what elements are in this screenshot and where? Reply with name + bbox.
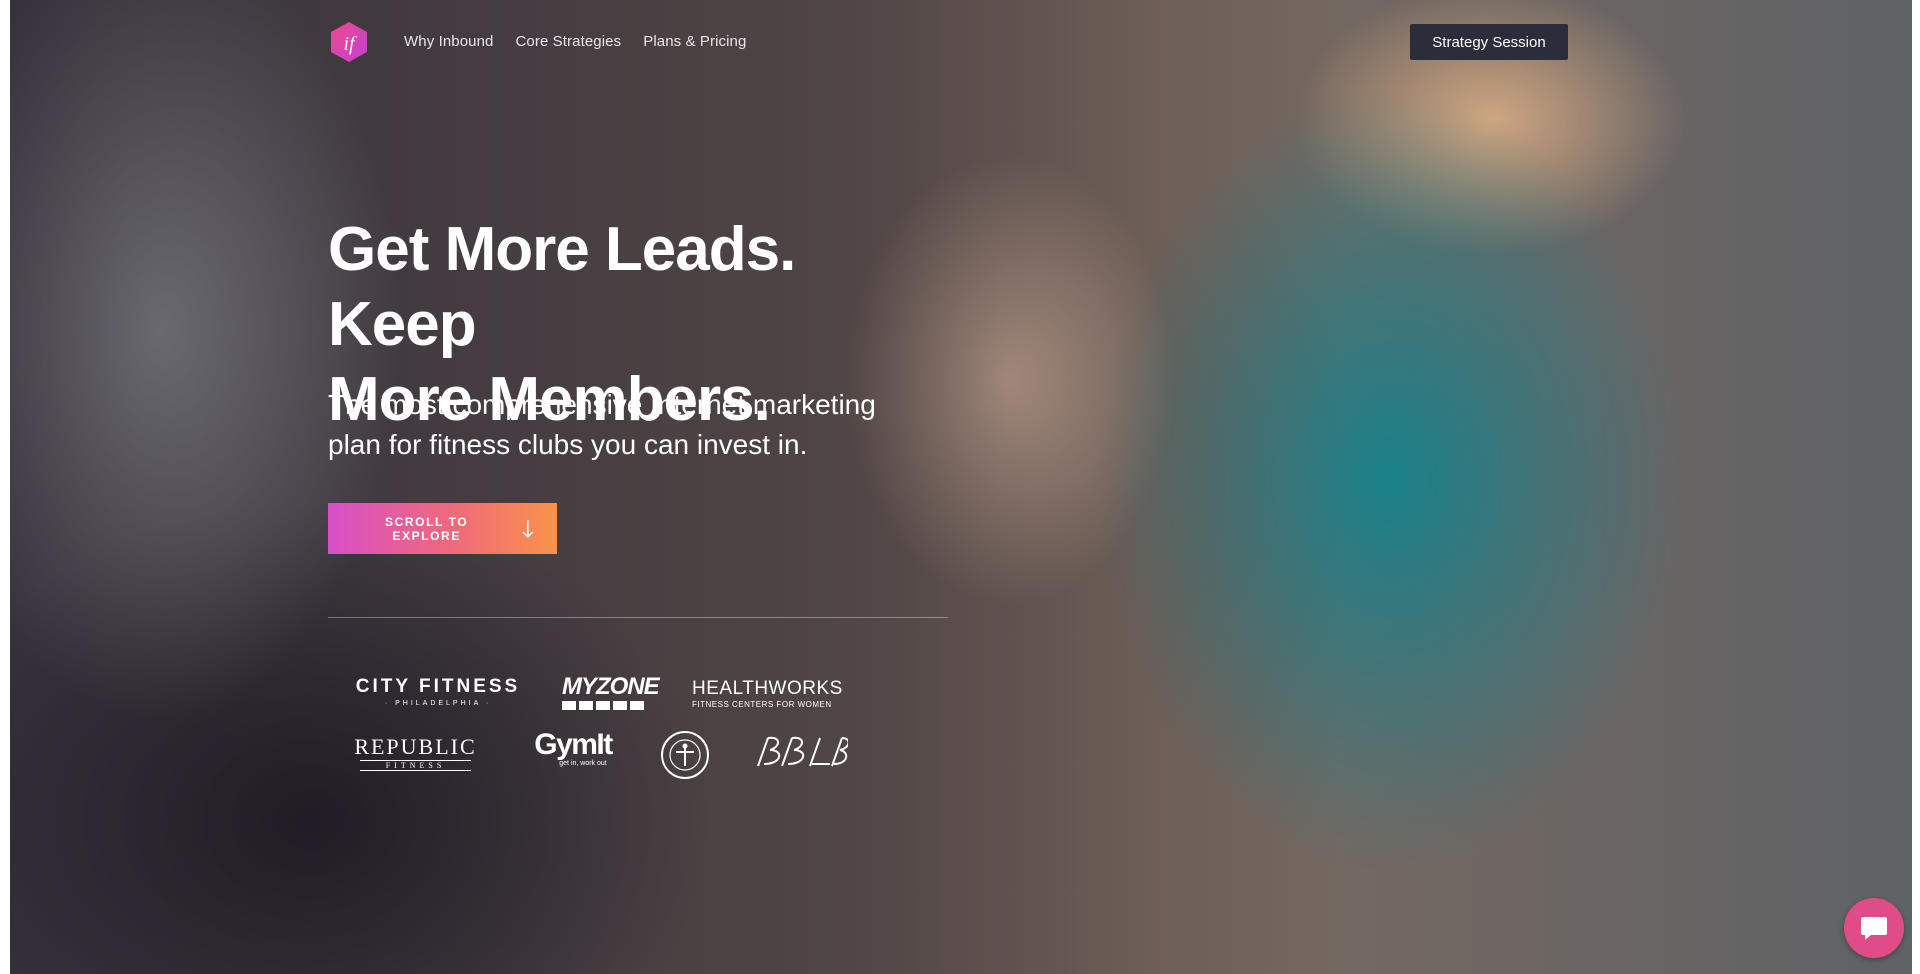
client-logo-city-fitness: CITY FITNESS · PHILADELPHIA · bbox=[348, 676, 528, 707]
myzone-bars bbox=[562, 701, 654, 710]
gymit-sub: get in, work out bbox=[559, 760, 607, 767]
hero-subhead: The most comprehensive Internet marketin… bbox=[328, 385, 928, 465]
client-logo-republic-fitness: REPUBLIC FITNESS bbox=[348, 734, 483, 771]
chat-button[interactable] bbox=[1844, 898, 1904, 958]
client-logo-myzone: MYZONE bbox=[562, 673, 660, 710]
client-logo-bb bbox=[752, 730, 850, 774]
myzone-name: MYZONE bbox=[562, 673, 660, 700]
scroll-to-explore-button[interactable]: SCROLL TO EXPLORE bbox=[328, 503, 557, 554]
republic-name: REPUBLIC bbox=[354, 734, 477, 759]
strategy-session-button[interactable]: Strategy Session bbox=[1410, 24, 1568, 60]
city-fitness-sub: · PHILADELPHIA · bbox=[384, 700, 492, 707]
client-logo-golds-gym bbox=[660, 730, 710, 780]
gymit-name: GymIt bbox=[534, 728, 613, 761]
golds-gym-emblem-icon bbox=[661, 731, 709, 779]
nav-link-plans-pricing[interactable]: Plans & Pricing bbox=[643, 33, 746, 50]
client-logo-gymit: GymIt get in, work out bbox=[528, 728, 618, 768]
hero-subhead-line1: The most comprehensive Internet marketin… bbox=[328, 389, 876, 420]
main-nav: Why Inbound Core Strategies Plans & Pric… bbox=[404, 33, 746, 50]
hero-overlay bbox=[10, 0, 1912, 974]
hero-divider bbox=[328, 617, 948, 618]
hero-subhead-line2: plan for fitness clubs you can invest in… bbox=[328, 429, 808, 460]
healthworks-sub: FITNESS CENTERS FOR WOMEN bbox=[692, 700, 832, 709]
arrow-down-icon bbox=[522, 519, 534, 538]
hero-background bbox=[10, 0, 1912, 974]
brand-logo[interactable]: if bbox=[328, 20, 370, 64]
bb-script-logo-icon bbox=[757, 736, 850, 767]
scroll-to-explore-label: SCROLL TO EXPLORE bbox=[385, 514, 469, 543]
client-logo-healthworks: HEALTHWORKS FITNESS CENTERS FOR WOMEN bbox=[692, 678, 864, 709]
city-fitness-name: CITY FITNESS bbox=[355, 676, 521, 697]
nav-link-why-inbound[interactable]: Why Inbound bbox=[404, 33, 494, 50]
healthworks-name: HEALTHWORKS bbox=[692, 678, 843, 699]
hero-headline-line1: Get More Leads. Keep bbox=[328, 215, 796, 359]
republic-sub: FITNESS bbox=[360, 760, 471, 771]
brand-logo-icon: if bbox=[331, 22, 367, 62]
nav-link-core-strategies[interactable]: Core Strategies bbox=[516, 33, 622, 50]
chat-bubble-icon bbox=[1861, 917, 1887, 940]
